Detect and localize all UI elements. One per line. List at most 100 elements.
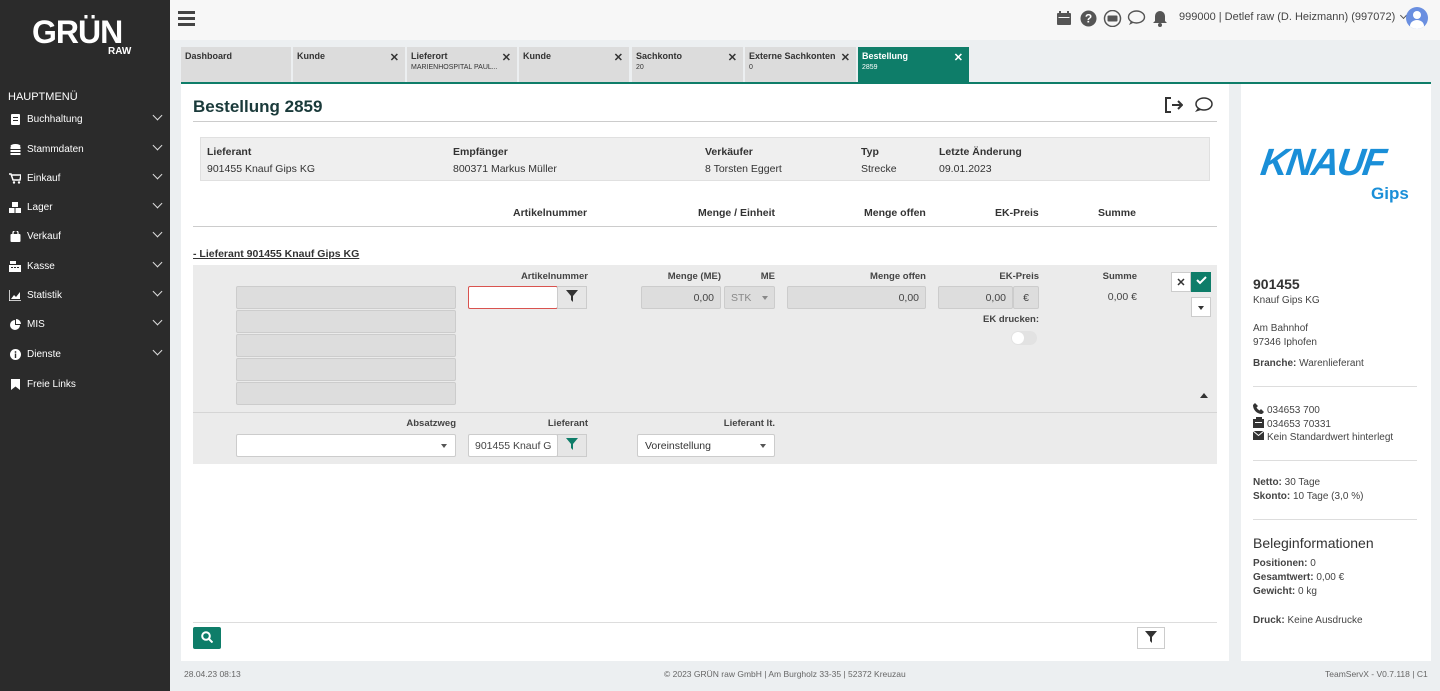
tab-kunde[interactable]: Kunde ✕ <box>293 47 405 82</box>
sidebar-item-label: Verkauf <box>27 230 61 242</box>
branche-label: Branche: <box>1253 358 1297 369</box>
lieferant-filter-button[interactable] <box>557 434 587 457</box>
close-icon[interactable]: ✕ <box>954 51 963 64</box>
header-label: Letzte Änderung <box>939 146 1022 158</box>
sidebar-item-mis[interactable]: MIS <box>0 310 170 338</box>
tab-externe-sachkonten[interactable]: Externe Sachkonten 0 ✕ <box>745 47 856 82</box>
description-field-5[interactable] <box>236 382 456 405</box>
pie-chart-icon <box>9 318 21 330</box>
lieferant-lt-select[interactable]: Voreinstellung <box>637 434 775 457</box>
sidebar-item-freie-links[interactable]: Freie Links <box>0 370 170 398</box>
search-button[interactable] <box>193 627 221 649</box>
gewicht-label: Gewicht: <box>1253 586 1296 597</box>
close-icon[interactable]: ✕ <box>614 51 623 64</box>
avatar[interactable] <box>1406 7 1428 29</box>
user-menu[interactable]: 999000 | Detlef raw (D. Heizmann) (99707… <box>1179 11 1408 23</box>
cancel-button[interactable]: ✕ <box>1171 272 1191 292</box>
tab-sachkonto[interactable]: Sachkonto 20 ✕ <box>632 47 743 82</box>
close-icon[interactable]: ✕ <box>728 51 737 64</box>
comment-icon[interactable] <box>1194 97 1213 116</box>
info-icon <box>9 348 21 360</box>
artikelnummer-input[interactable] <box>468 286 558 309</box>
sidebar-item-label: Buchhaltung <box>27 113 83 125</box>
header-empfaenger: Empfänger 800371 Markus Müller <box>453 146 557 175</box>
filter-icon <box>1145 630 1157 646</box>
calendar-icon[interactable] <box>1054 8 1074 28</box>
menge-offen-input: 0,00 <box>787 286 926 309</box>
sidebar-item-label: Kasse <box>27 260 55 272</box>
menge-offen-label: Menge offen <box>870 271 926 282</box>
close-icon[interactable]: ✕ <box>390 51 399 64</box>
branche-value: Warenlieferant <box>1299 358 1364 369</box>
divider <box>1253 519 1417 520</box>
positionen-label: Positionen: <box>1253 558 1308 569</box>
supplier-phone[interactable]: 034653 700 <box>1267 405 1320 416</box>
sidebar-item-einkauf[interactable]: Einkauf <box>0 164 170 192</box>
sidebar-item-kasse[interactable]: Kasse <box>0 252 170 280</box>
filter-button[interactable] <box>1137 627 1165 649</box>
menge-input[interactable]: 0,00 <box>641 286 721 309</box>
sidebar-item-lager[interactable]: Lager <box>0 193 170 221</box>
caret-down-icon <box>762 296 768 300</box>
lieferant-input[interactable]: 901455 Knauf G <box>468 434 558 457</box>
sidebar-item-label: Dienste <box>27 348 61 360</box>
column-header-menge-offen[interactable]: Menge offen <box>864 207 926 219</box>
order-header: Lieferant 901455 Knauf Gips KG Empfänger 8… <box>200 137 1210 181</box>
column-header-artikelnummer[interactable]: Artikelnummer <box>513 207 587 219</box>
chat-icon[interactable] <box>1126 8 1146 28</box>
sidebar-item-label: Stammdaten <box>27 143 84 155</box>
confirm-button[interactable] <box>1191 272 1211 292</box>
column-header-summe[interactable]: Summe <box>1098 207 1136 219</box>
sidebar-item-dienste[interactable]: Dienste <box>0 340 170 368</box>
bell-icon[interactable] <box>1150 8 1170 28</box>
filter-icon <box>566 438 578 453</box>
absatzweg-select[interactable] <box>236 434 456 457</box>
menu-toggle-icon[interactable] <box>178 11 195 26</box>
sign-out-icon[interactable] <box>1164 97 1184 116</box>
sidebar-item-verkauf[interactable]: Verkauf <box>0 222 170 250</box>
tab-label: Bestellung <box>862 51 909 61</box>
gesamtwert-value: 0,00 € <box>1316 572 1345 583</box>
chevron-down-icon <box>152 286 163 297</box>
ek-drucken-label: EK drucken: <box>983 314 1039 325</box>
tab-dashboard[interactable]: Dashboard <box>181 47 291 82</box>
close-icon[interactable]: ✕ <box>502 51 511 64</box>
druck-value: Keine Ausdrucke <box>1287 615 1363 626</box>
supplier-group-title[interactable]: - Lieferant 901455 Knauf Gips KG <box>193 248 359 260</box>
keyboard-icon[interactable] <box>1102 8 1122 28</box>
header-lieferant: Lieferant 901455 Knauf Gips KG <box>207 146 315 175</box>
sidebar-item-buchhaltung[interactable]: Buchhaltung <box>0 105 170 133</box>
options-dropdown-button[interactable] <box>1191 297 1211 317</box>
ek-preis-input[interactable]: 0,00 <box>938 286 1013 309</box>
column-header-ek-preis[interactable]: EK-Preis <box>995 207 1039 219</box>
collapse-caret-icon[interactable] <box>1200 393 1208 398</box>
currency-addon: € <box>1013 286 1039 309</box>
bookmark-icon <box>9 378 21 390</box>
me-select[interactable]: STK <box>724 286 775 309</box>
tab-bestellung[interactable]: Bestellung 2859 ✕ <box>858 47 969 82</box>
description-field-3[interactable] <box>236 334 456 357</box>
ek-drucken-toggle[interactable] <box>1011 331 1037 345</box>
supplier-logo: KNAUF Gips <box>1258 142 1413 222</box>
ledger-icon <box>9 113 21 125</box>
artikelnummer-label: Artikelnummer <box>520 271 588 282</box>
chevron-down-icon <box>152 140 163 151</box>
help-icon[interactable]: ? <box>1078 8 1098 28</box>
sidebar-item-statistik[interactable]: Statistik <box>0 281 170 309</box>
caret-down-icon <box>1198 306 1204 310</box>
column-header-menge[interactable]: Menge / Einheit <box>698 207 775 219</box>
artikel-filter-button[interactable] <box>557 286 587 309</box>
description-field-2[interactable] <box>236 310 456 333</box>
description-field-4[interactable] <box>236 358 456 381</box>
tab-kunde-2[interactable]: Kunde ✕ <box>519 47 629 82</box>
footer-version: TeamServX - V0.7.118 | C1 <box>1325 669 1428 679</box>
divider <box>193 412 1217 413</box>
tab-label: Dashboard <box>185 51 233 61</box>
beleg-title: Beleginformationen <box>1253 535 1374 551</box>
description-field-1[interactable] <box>236 286 456 309</box>
top-bar: ? 999000 | Detlef raw (D. Heizmann) (997… <box>170 0 1440 40</box>
position-editor: Artikelnummer Menge (ME) 0,00 ME STK Men… <box>193 265 1217 464</box>
tab-lieferort[interactable]: Lieferort MARIENHOSPITAL PAUL... ✕ <box>407 47 517 82</box>
close-icon[interactable]: ✕ <box>841 51 850 64</box>
sidebar-item-stammdaten[interactable]: Stammdaten <box>0 135 170 163</box>
